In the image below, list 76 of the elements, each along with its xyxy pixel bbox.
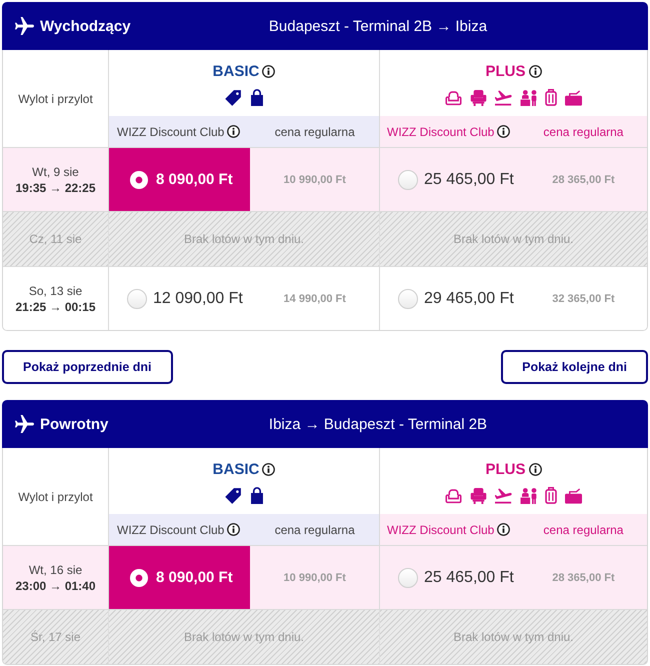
regular-price: 28 365,00 Ft xyxy=(552,572,615,584)
club-price-label: WIZZ Discount Club xyxy=(117,124,224,138)
regular-price-label: cena regularna xyxy=(543,522,624,536)
flight-times: 21:25 → 00:15 xyxy=(15,300,96,314)
shopping-bag-icon xyxy=(251,487,263,504)
regular-price-label: cena regularna xyxy=(274,124,355,138)
people-at-desk-icon xyxy=(520,488,537,504)
fare-option[interactable]: 25 465,00 Ft xyxy=(398,170,514,190)
airplane-icon xyxy=(15,16,34,36)
info-icon[interactable] xyxy=(227,125,240,138)
radio-button[interactable] xyxy=(398,568,418,588)
regular-price: 32 365,00 Ft xyxy=(552,292,615,304)
shopping-bag-icon xyxy=(251,89,263,106)
fare-name: PLUS xyxy=(485,63,526,80)
armchair-outline-icon xyxy=(445,90,462,106)
section-title: Powrotny xyxy=(40,416,108,432)
radio-button[interactable] xyxy=(398,170,418,190)
no-flights-message: Brak lotów w tym dniu. xyxy=(184,630,304,644)
armchair-icon xyxy=(470,488,487,504)
flight-times: 19:35 → 22:25 xyxy=(15,180,96,194)
price-tag-icon xyxy=(225,90,242,106)
flight-date: Śr, 17 sie xyxy=(30,630,81,644)
info-icon[interactable] xyxy=(227,523,240,536)
flight-times: 23:00 → 01:40 xyxy=(15,578,96,592)
regular-price-label: cena regularna xyxy=(543,124,624,138)
no-flights-message: Brak lotów w tym dniu. xyxy=(453,630,574,644)
club-price-label: WIZZ Discount Club xyxy=(387,124,494,138)
day-nav-button[interactable]: Pokaż kolejne dni xyxy=(501,350,648,384)
radio-button[interactable] xyxy=(398,288,418,308)
radio-button[interactable] xyxy=(130,170,148,188)
price-tag-icon xyxy=(225,488,242,504)
flight-date: Wt, 16 sie xyxy=(28,562,82,576)
info-icon[interactable] xyxy=(262,65,276,78)
info-icon[interactable] xyxy=(528,65,542,78)
regular-price: 14 990,00 Ft xyxy=(284,292,346,304)
column-heading: Wylot i przylot xyxy=(18,92,93,106)
regular-price-label: cena regularna xyxy=(274,522,355,536)
club-price-label: WIZZ Discount Club xyxy=(387,522,494,536)
regular-price: 10 990,00 Ft xyxy=(284,572,346,584)
fare-option[interactable]: 8 090,00 Ft xyxy=(109,148,250,211)
column-heading: Wylot i przylot xyxy=(18,490,93,504)
info-icon[interactable] xyxy=(497,125,510,138)
plane-takeoff-icon xyxy=(495,488,512,504)
info-icon[interactable] xyxy=(262,463,276,476)
suitcase-icon xyxy=(545,487,557,504)
section-title: Wychodzący xyxy=(40,18,131,34)
info-icon[interactable] xyxy=(497,523,510,536)
club-price-label: WIZZ Discount Club xyxy=(117,522,224,536)
no-flights-message: Brak lotów w tym dniu. xyxy=(184,232,304,246)
regular-price: 10 990,00 Ft xyxy=(284,174,346,186)
no-flights-message: Brak lotów w tym dniu. xyxy=(453,232,574,246)
radio-button[interactable] xyxy=(130,568,148,586)
fare-name: PLUS xyxy=(485,461,526,478)
armchair-icon xyxy=(470,90,487,106)
route-text: Budapeszt - Terminal 2B → Ibiza xyxy=(268,18,488,34)
armchair-outline-icon xyxy=(445,488,462,504)
airplane-icon xyxy=(15,414,34,434)
flight-date: Cz, 11 sie xyxy=(29,232,82,246)
people-at-desk-icon xyxy=(520,90,537,106)
day-nav-button[interactable]: Pokaż poprzednie dni xyxy=(2,350,172,384)
fare-option[interactable]: 25 465,00 Ft xyxy=(398,568,514,588)
radio-button[interactable] xyxy=(127,288,147,308)
regular-price: 28 365,00 Ft xyxy=(552,174,615,186)
info-icon[interactable] xyxy=(528,463,542,476)
flight-date: Wt, 9 sie xyxy=(32,164,79,178)
fare-name: BASIC xyxy=(212,63,260,80)
route-text: Ibiza → Budapeszt - Terminal 2B xyxy=(268,416,488,432)
fare-option[interactable]: 29 465,00 Ft xyxy=(398,288,514,308)
suitcase-icon xyxy=(545,89,557,106)
handbag-icon xyxy=(565,488,582,504)
fare-option[interactable]: 12 090,00 Ft xyxy=(127,288,243,308)
flight-date: So, 13 sie xyxy=(28,284,82,298)
plane-takeoff-icon xyxy=(495,90,512,106)
fare-name: BASIC xyxy=(212,461,260,478)
handbag-icon xyxy=(565,90,582,106)
fare-option[interactable]: 8 090,00 Ft xyxy=(109,546,250,609)
